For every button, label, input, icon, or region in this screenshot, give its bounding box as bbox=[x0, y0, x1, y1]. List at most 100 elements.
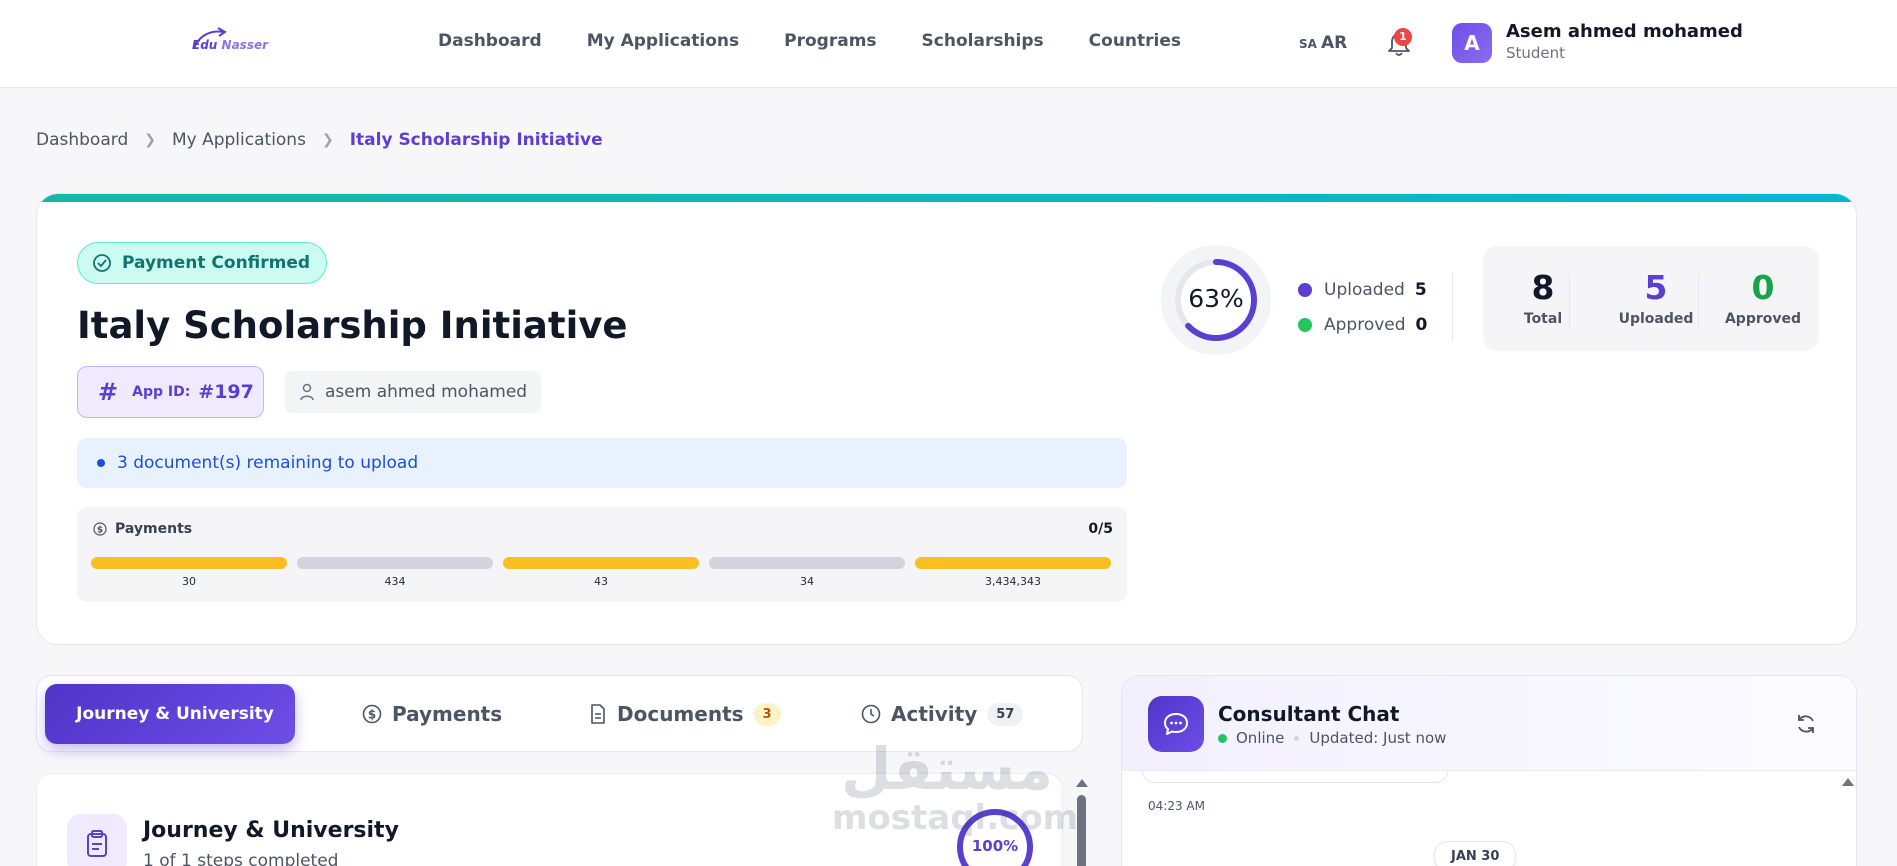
chat-scroll-up-arrow-icon[interactable] bbox=[1842, 778, 1854, 786]
payments-label-text: Payments bbox=[115, 521, 193, 537]
payment-segment: 34 bbox=[709, 557, 905, 588]
payment-segment-bar bbox=[709, 557, 905, 569]
logo-text-part2: Nasser bbox=[221, 38, 269, 52]
stat-uploaded-value: 5 bbox=[1644, 268, 1668, 307]
message-timestamp: 04:23 AM bbox=[1148, 799, 1205, 813]
nav-link-programs[interactable]: Programs bbox=[784, 31, 876, 51]
legend-approved-value: 0 bbox=[1415, 314, 1428, 335]
chat-header: Consultant Chat Online Updated: Just now bbox=[1122, 676, 1856, 771]
language-switcher[interactable]: SA AR bbox=[1299, 33, 1347, 53]
language-flag: SA bbox=[1299, 37, 1317, 51]
nav-link-dashboard[interactable]: Dashboard bbox=[438, 31, 542, 51]
tab-journey-label: Journey & University bbox=[76, 704, 274, 724]
chat-status: Online Updated: Just now bbox=[1218, 729, 1446, 747]
stat-approved: 0 Approved bbox=[1708, 268, 1818, 327]
divider bbox=[1452, 272, 1453, 342]
legend-dot-uploaded bbox=[1298, 282, 1312, 297]
dollar-icon: $ bbox=[93, 522, 107, 536]
legend-uploaded: Uploaded 5 bbox=[1298, 272, 1427, 307]
svg-text:$: $ bbox=[97, 526, 103, 536]
legend-uploaded-value: 5 bbox=[1414, 279, 1427, 300]
tab-documents[interactable]: Documents 3 bbox=[589, 684, 781, 744]
journey-icon-tile bbox=[67, 814, 127, 866]
app-id-label: App ID: bbox=[132, 384, 191, 400]
chat-online-text: Online bbox=[1236, 729, 1285, 747]
app-id-chip: # App ID: #197 bbox=[77, 366, 264, 418]
payment-segment-bar bbox=[297, 557, 493, 569]
breadcrumb: Dashboard ❯ My Applications ❯ Italy Scho… bbox=[36, 130, 603, 150]
stat-uploaded: 5 Uploaded bbox=[1601, 268, 1711, 327]
legend-dot-approved bbox=[1298, 317, 1312, 332]
status-separator bbox=[1294, 735, 1300, 741]
progress-ring: 63% bbox=[1161, 245, 1271, 355]
breadcrumb-my-applications[interactable]: My Applications bbox=[172, 130, 306, 150]
stat-total-caption: Total bbox=[1523, 311, 1563, 327]
legend-approved: Approved 0 bbox=[1298, 307, 1427, 342]
tab-activity[interactable]: Activity 57 bbox=[861, 684, 1024, 744]
dollar-icon: $ bbox=[362, 704, 382, 724]
progress-percent: 63% bbox=[1188, 284, 1244, 313]
refresh-icon[interactable] bbox=[1794, 712, 1818, 736]
nav-links: Dashboard My Applications Programs Schol… bbox=[438, 31, 1181, 51]
payment-segment-amount: 30 bbox=[182, 575, 196, 588]
chat-updated-text: Updated: Just now bbox=[1309, 729, 1447, 747]
language-label: AR bbox=[1320, 33, 1348, 53]
journey-steps-completed: 1 of 1 steps completed bbox=[143, 851, 339, 866]
legend-uploaded-label: Uploaded bbox=[1324, 279, 1405, 300]
brand-logo[interactable]: Edu Nasser bbox=[186, 26, 269, 60]
payment-segment-amount: 43 bbox=[594, 575, 608, 588]
stat-uploaded-caption: Uploaded bbox=[1618, 311, 1694, 327]
journey-section: Journey & University 1 of 1 steps comple… bbox=[36, 773, 1063, 866]
user-icon bbox=[300, 383, 314, 401]
nav-link-scholarships[interactable]: Scholarships bbox=[922, 31, 1044, 51]
stat-total: 8 Total bbox=[1488, 268, 1598, 327]
chat-message-bubble bbox=[1142, 771, 1448, 783]
applicant-name: asem ahmed mohamed bbox=[325, 382, 528, 402]
applicant-chip: asem ahmed mohamed bbox=[285, 371, 542, 413]
app-id-value: #197 bbox=[198, 381, 254, 403]
journey-scrollbar[interactable] bbox=[1075, 773, 1089, 866]
info-dot-icon bbox=[97, 459, 105, 467]
journey-progress-ring: 100% bbox=[957, 809, 1033, 866]
payment-segment-amount: 3,434,343 bbox=[985, 575, 1041, 588]
stat-total-value: 8 bbox=[1531, 268, 1555, 307]
tab-journey-university[interactable]: Journey & University bbox=[45, 684, 295, 744]
tab-activity-label: Activity bbox=[891, 702, 978, 726]
scroll-up-arrow-icon[interactable] bbox=[1076, 779, 1088, 787]
payment-segment-bar bbox=[91, 557, 287, 569]
online-indicator bbox=[1218, 733, 1227, 743]
payment-segment-amount: 34 bbox=[800, 575, 814, 588]
scrollbar-thumb[interactable] bbox=[1077, 795, 1086, 866]
application-title: Italy Scholarship Initiative bbox=[77, 304, 628, 347]
hash-icon: # bbox=[98, 378, 119, 406]
user-name[interactable]: Asem ahmed mohamed bbox=[1506, 21, 1743, 42]
stat-divider bbox=[1569, 273, 1570, 328]
tab-payments[interactable]: $ Payments bbox=[362, 684, 502, 744]
documents-remaining-text: 3 document(s) remaining to upload bbox=[117, 453, 419, 473]
chat-title: Consultant Chat bbox=[1218, 702, 1400, 726]
payment-segment-bar bbox=[503, 557, 699, 569]
user-role: Student bbox=[1506, 44, 1566, 62]
chat-bubble-icon bbox=[1148, 696, 1204, 752]
stat-approved-caption: Approved bbox=[1724, 311, 1802, 327]
notification-badge: 1 bbox=[1394, 28, 1412, 46]
user-avatar[interactable]: A bbox=[1452, 23, 1492, 63]
svg-text:$: $ bbox=[368, 708, 376, 722]
stat-approved-value: 0 bbox=[1751, 268, 1775, 307]
payment-segments: 30 434 43 34 3,434,343 bbox=[91, 557, 1111, 588]
card-accent-bar bbox=[37, 194, 1856, 202]
payments-progress: $ Payments 0/5 30 434 43 34 3,434,343 bbox=[77, 507, 1127, 602]
payments-count: 0/5 bbox=[1088, 521, 1113, 537]
breadcrumb-dashboard[interactable]: Dashboard bbox=[36, 130, 128, 150]
payment-segment: 43 bbox=[503, 557, 699, 588]
nav-link-countries[interactable]: Countries bbox=[1089, 31, 1181, 51]
nav-link-my-applications[interactable]: My Applications bbox=[587, 31, 739, 51]
top-navbar: Edu Nasser Dashboard My Applications Pro… bbox=[0, 0, 1897, 88]
application-summary-card: Payment Confirmed Italy Scholarship Init… bbox=[36, 193, 1857, 645]
journey-title: Journey & University bbox=[143, 818, 399, 843]
section-tabs: Journey & University $ Payments Document… bbox=[36, 675, 1083, 752]
payment-segment: 434 bbox=[297, 557, 493, 588]
legend-approved-label: Approved bbox=[1324, 314, 1406, 335]
payment-segment-bar bbox=[915, 557, 1111, 569]
breadcrumb-current: Italy Scholarship Initiative bbox=[349, 130, 603, 150]
